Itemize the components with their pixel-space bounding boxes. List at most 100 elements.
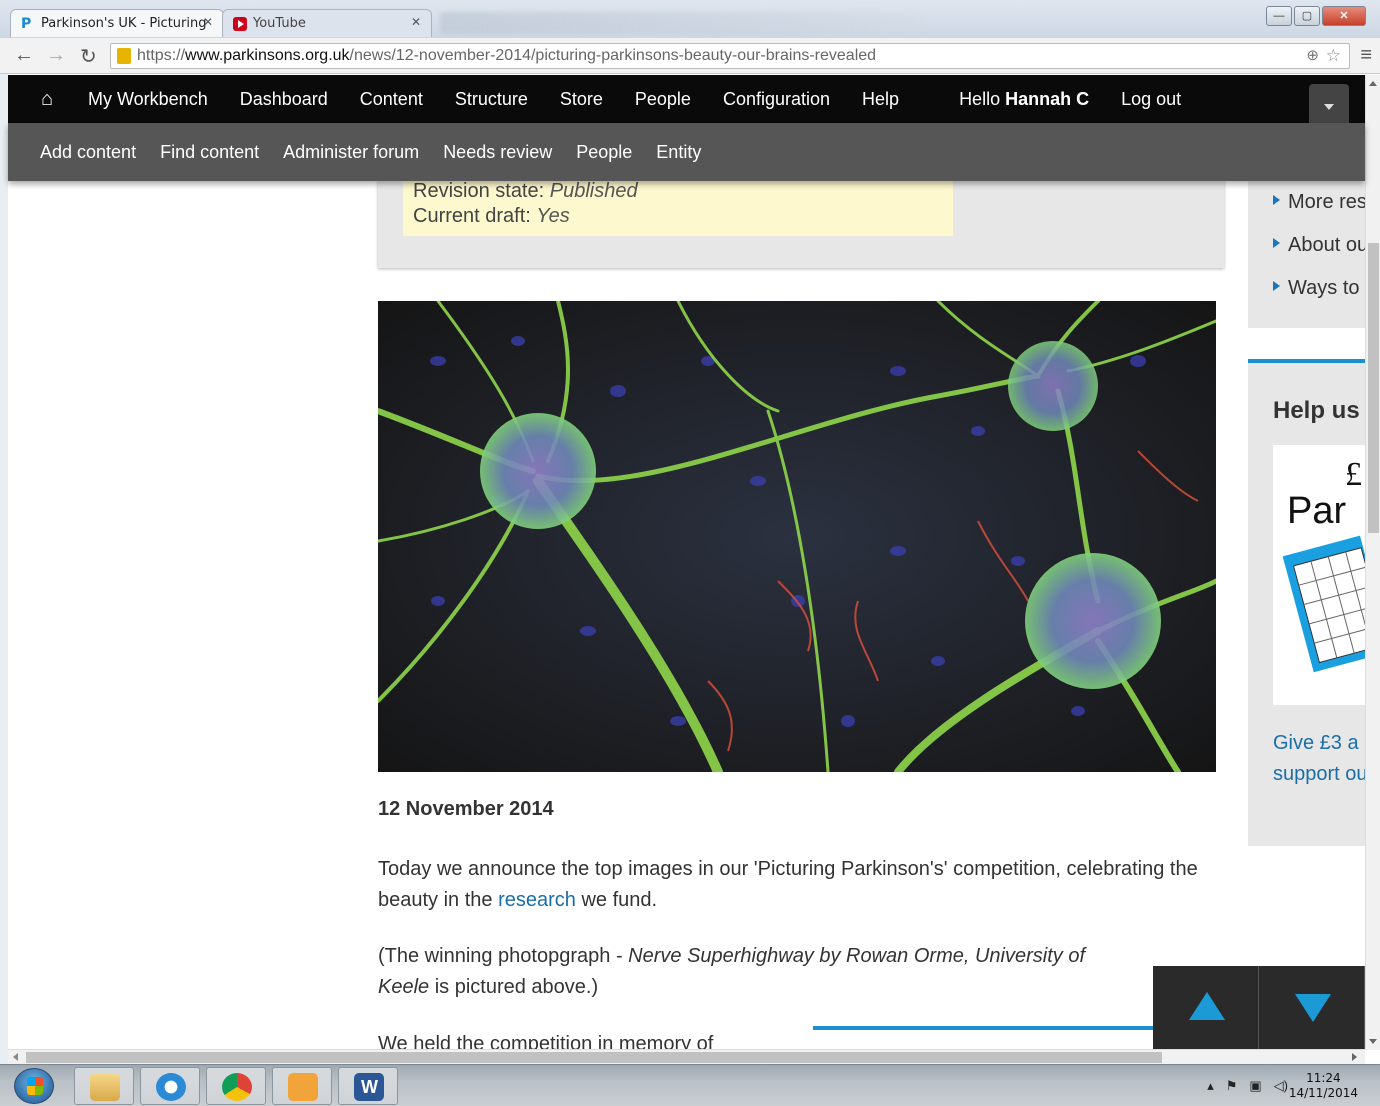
close-tab-icon[interactable]: ✕ <box>411 15 421 29</box>
url-scheme: https:// <box>137 47 186 64</box>
shortcut-find-content[interactable]: Find content <box>148 142 271 163</box>
scroll-down-arrow-icon[interactable] <box>1259 966 1365 1049</box>
taskbar-word[interactable] <box>338 1067 398 1105</box>
taskbar-ie[interactable] <box>140 1067 200 1105</box>
research-link[interactable]: research <box>498 889 576 911</box>
donation-promo-image[interactable]: £ Par <box>1273 445 1365 705</box>
folder-icon <box>90 1073 120 1101</box>
horizontal-scrollbar[interactable] <box>8 1049 1365 1064</box>
action-center-icon[interactable]: ⚑ <box>1226 1078 1238 1094</box>
parkinsons-logo-icon: P <box>21 15 32 32</box>
zoom-icon[interactable]: ⊕ <box>1306 44 1319 68</box>
scrollbar-thumb[interactable] <box>26 1052 1162 1063</box>
help-us-title: Help us <box>1273 397 1360 424</box>
photo-credit: Keele <box>378 976 430 998</box>
taskbar-outlook[interactable] <box>272 1067 332 1105</box>
donation-link[interactable]: Give £3 a support ou <box>1273 728 1365 790</box>
chrome-icon <box>222 1073 252 1101</box>
shortcut-add-content[interactable]: Add content <box>28 142 148 163</box>
scroll-left-icon[interactable] <box>13 1053 18 1061</box>
home-icon[interactable]: ⌂ <box>22 88 72 111</box>
hero-image <box>378 301 1216 772</box>
current-draft-label: Current draft: <box>413 205 531 227</box>
show-hidden-icons-icon[interactable]: ▴ <box>1207 1078 1214 1094</box>
scroll-up-arrow-icon[interactable] <box>1153 966 1259 1049</box>
revision-state-value: Published <box>549 181 638 202</box>
sidebar-link-about[interactable]: About ou <box>1273 234 1365 257</box>
admin-toolbar: ⌂ My Workbench Dashboard Content Structu… <box>8 75 1365 123</box>
close-window-button[interactable]: ✕ <box>1322 6 1366 26</box>
toolbar-content[interactable]: Content <box>344 89 439 110</box>
clock-date: 14/11/2014 <box>1288 1086 1358 1100</box>
minimize-button[interactable]: — <box>1266 6 1292 26</box>
outlook-icon <box>288 1073 318 1101</box>
start-button[interactable] <box>14 1068 54 1104</box>
internet-explorer-icon <box>156 1073 186 1101</box>
sidebar-link-ways-to[interactable]: Ways to <box>1273 277 1360 300</box>
current-draft-value: Yes <box>536 205 570 227</box>
promo-currency: £ <box>1345 456 1362 493</box>
toolbar-my-workbench[interactable]: My Workbench <box>72 89 224 110</box>
volume-icon[interactable]: ◁) <box>1274 1078 1288 1094</box>
article-paragraph: We held the competition in memory of <box>378 1033 714 1049</box>
browser-title-bar: P Parkinson's UK - Picturing ✕ YouTube ✕… <box>0 0 1380 38</box>
toolbar-dashboard[interactable]: Dashboard <box>224 89 344 110</box>
current-draft: Current draft: Yes <box>413 204 953 229</box>
toolbar-help[interactable]: Help <box>846 89 915 110</box>
youtube-icon <box>233 16 247 31</box>
paragraph-text: (The winning photopgraph - <box>378 945 629 967</box>
shortcuts-toggle-button[interactable] <box>1309 84 1349 123</box>
word-icon <box>354 1073 384 1101</box>
shortcut-people[interactable]: People <box>564 142 644 163</box>
network-icon[interactable]: ▣ <box>1249 1078 1261 1094</box>
sidebar-links-panel: More res About ou Ways to <box>1248 181 1365 328</box>
toolbar-people[interactable]: People <box>619 89 707 110</box>
system-tray: ▴ ⚑ ▣ ◁) <box>1207 1078 1288 1094</box>
tab-youtube[interactable]: YouTube ✕ <box>222 9 432 37</box>
article-date: 12 November 2014 <box>378 798 554 820</box>
windows-logo-icon <box>27 1077 43 1095</box>
reload-icon[interactable]: ↻ <box>80 44 97 69</box>
bookmark-star-icon[interactable]: ☆ <box>1326 44 1341 68</box>
user-name: Hannah C <box>1005 88 1090 109</box>
shortcut-administer-forum[interactable]: Administer forum <box>271 142 431 163</box>
shortcut-entity[interactable]: Entity <box>644 142 713 163</box>
logout-link[interactable]: Log out <box>1105 89 1197 110</box>
scroll-right-icon[interactable] <box>1352 1053 1357 1061</box>
taskbar-explorer[interactable] <box>74 1067 134 1105</box>
shortcut-needs-review[interactable]: Needs review <box>431 142 564 163</box>
url-path: /news/12-november-2014/picturing-parkins… <box>349 47 877 64</box>
help-us-panel: Help us £ Par Give £3 a support ou <box>1248 359 1365 846</box>
neuron-micrograph <box>378 301 1216 772</box>
system-clock[interactable]: 11:24 14/11/2014 <box>1289 1071 1358 1101</box>
tab-label: YouTube <box>253 16 306 31</box>
calendar-illustration: £ Par <box>1273 445 1365 705</box>
vertical-scrollbar[interactable] <box>1365 75 1380 1050</box>
address-bar: ← → ↻ https://www.parkinsons.org.uk/news… <box>0 38 1380 74</box>
forward-arrow-icon[interactable]: → <box>46 44 66 67</box>
scroll-up-icon[interactable] <box>1369 81 1377 86</box>
tab-parkinsons[interactable]: P Parkinson's UK - Picturing ✕ <box>10 9 224 37</box>
sidebar-link-more-research[interactable]: More res <box>1273 191 1365 214</box>
toolbar-store[interactable]: Store <box>544 89 619 110</box>
url-domain: www.parkinsons.org.uk <box>185 47 350 64</box>
article-paragraph: Today we announce the top images in our … <box>378 854 1198 916</box>
toolbar-configuration[interactable]: Configuration <box>707 89 846 110</box>
back-arrow-icon[interactable]: ← <box>14 44 34 67</box>
taskbar-chrome[interactable] <box>206 1067 266 1105</box>
paragraph-text: is pictured above.) <box>429 976 599 998</box>
scrollbar-thumb[interactable] <box>1368 243 1379 533</box>
user-greeting[interactable]: Hello Hannah C <box>943 89 1105 110</box>
page-content: Revision state: Published Current draft:… <box>8 181 1365 1049</box>
url-input[interactable]: https://www.parkinsons.org.uk/news/12-no… <box>110 43 1350 69</box>
browser-menu-icon[interactable]: ≡ <box>1360 44 1372 67</box>
window-border <box>0 74 8 1064</box>
close-tab-icon[interactable]: ✕ <box>203 15 213 29</box>
tab-label: Parkinson's UK - Picturing <box>41 16 207 31</box>
maximize-button[interactable]: ▢ <box>1294 6 1320 26</box>
scroll-down-icon[interactable] <box>1369 1039 1377 1044</box>
donation-text: support ou <box>1273 763 1365 785</box>
window-controls: — ▢ ✕ <box>1266 6 1366 26</box>
greeting-text: Hello <box>959 88 1001 109</box>
toolbar-structure[interactable]: Structure <box>439 89 544 110</box>
